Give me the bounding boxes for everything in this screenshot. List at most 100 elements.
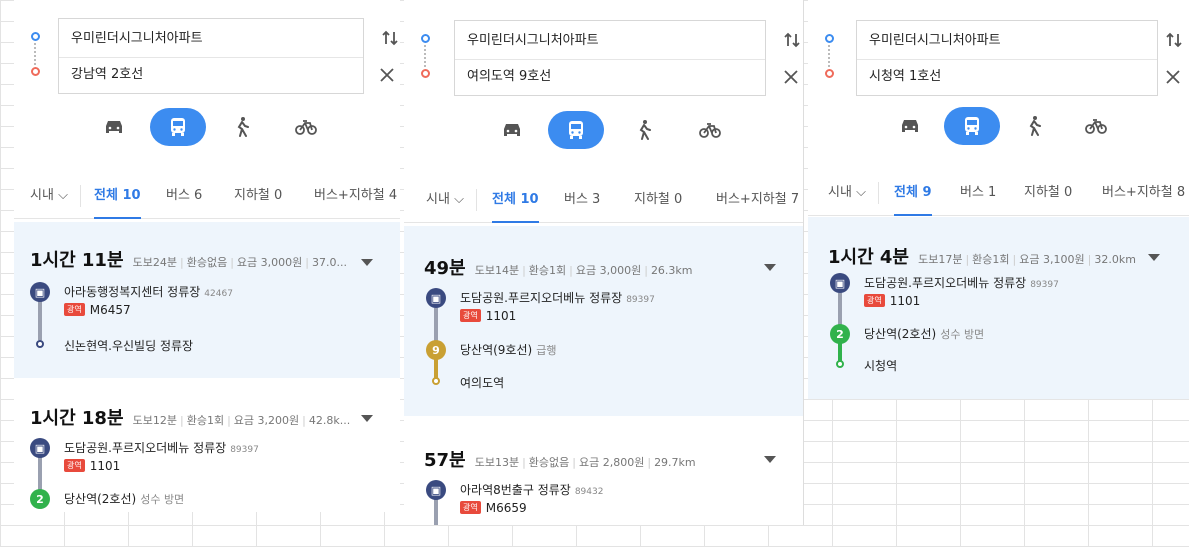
chevron-down-icon: ⌵ <box>454 192 464 207</box>
expand-caret-icon[interactable] <box>764 456 776 463</box>
destination-input[interactable]: 강남역 2호선 <box>71 57 353 93</box>
stop-id: 89397 <box>1030 280 1059 290</box>
transfer-count: 환승1회 <box>972 253 1010 266</box>
swap-icon[interactable] <box>782 30 802 50</box>
swap-icon[interactable] <box>1164 30 1184 50</box>
close-icon[interactable] <box>1164 68 1182 86</box>
bus-icon <box>569 121 583 139</box>
walk-icon <box>639 120 651 140</box>
mode-walk-button[interactable] <box>616 111 672 149</box>
origin-marker-icon <box>421 34 430 43</box>
expand-caret-icon[interactable] <box>1148 254 1160 261</box>
swap-icon[interactable] <box>380 28 400 48</box>
search-area: 우미린더시그니처아파트 강남역 2호선 <box>14 16 400 96</box>
stop-name: 도담공원.푸르지오더베뉴 정류장 <box>460 291 623 305</box>
station-name: 여의도역 <box>460 376 505 390</box>
tab-all[interactable]: 전체 10 <box>492 179 539 223</box>
search-area: 우미린더시그니처아파트 여의도역 9호선 <box>404 18 803 98</box>
region-label: 시내 <box>426 192 450 207</box>
route-time: 1시간 11분 <box>30 250 124 271</box>
stop-name: 아라역8번출구 정류장 <box>460 483 571 497</box>
route-time: 1시간 18분 <box>30 408 124 429</box>
tab-bus-subway[interactable]: 버스+지하철 8 <box>1102 172 1185 216</box>
region-dropdown[interactable]: 시내 ⌵ <box>828 172 866 216</box>
tab-bus[interactable]: 버스 3 <box>564 179 600 223</box>
route-tabs: 시내 ⌵ 전체 10 버스 3 지하철 0 버스+지하철 7 <box>404 179 803 223</box>
region-dropdown[interactable]: 시내 ⌵ <box>30 175 68 219</box>
tab-subway[interactable]: 지하철 0 <box>634 179 682 223</box>
route-tabs: 시내 ⌵ 전체 10 버스 6 지하철 0 버스+지하철 4 <box>14 175 400 219</box>
route-summary: 49분 도보14분 | 환승1회 | 요금 3,000원 | 26.3km <box>424 258 693 279</box>
origin-input[interactable]: 우미린더시그니처아파트 <box>869 23 1147 59</box>
walk-time: 도보24분 <box>132 256 177 269</box>
route-item[interactable]: 57분 도보13분 | 환승없음 | 요금 2,800원 | 29.7km ▣ 아라역8번출… <box>404 426 803 525</box>
tab-all[interactable]: 전체 9 <box>894 172 932 216</box>
mode-transit-button[interactable] <box>150 108 206 146</box>
line9-icon: 9 <box>426 340 446 360</box>
destination-marker-icon <box>825 69 834 78</box>
mode-transit-button[interactable] <box>944 107 1000 145</box>
bus-icon <box>171 118 185 136</box>
express-badge: 광역 <box>64 459 85 472</box>
origin-input[interactable]: 우미린더시그니처아파트 <box>71 21 353 57</box>
close-icon[interactable] <box>782 68 800 86</box>
bus-number: 1101 <box>485 309 517 323</box>
route-dots-divider <box>828 45 830 67</box>
tab-subway[interactable]: 지하철 0 <box>1024 172 1072 216</box>
bus-stop-icon: ▣ <box>830 273 850 293</box>
tab-divider <box>80 185 81 207</box>
mode-bike-button[interactable] <box>1068 107 1124 145</box>
line2-icon: 2 <box>830 324 850 344</box>
mode-car-button[interactable] <box>484 111 540 149</box>
expand-caret-icon[interactable] <box>764 264 776 271</box>
mode-bike-button[interactable] <box>278 108 334 146</box>
route-item[interactable]: 1시간 4분 도보17분 | 환승1회 | 요금 3,100원 | 32.0km ▣ 도담공… <box>808 217 1189 399</box>
line2-icon: 2 <box>30 489 50 509</box>
route-item[interactable]: 1시간 11분 도보24분 | 환승없음 | 요금 3,000원 | 37.0... ▣ 아… <box>14 222 400 378</box>
bus-stop-icon: ▣ <box>30 438 50 458</box>
stop-id: 42467 <box>204 289 233 299</box>
origin-input[interactable]: 우미린더시그니처아파트 <box>467 23 755 59</box>
mode-walk-button[interactable] <box>1006 107 1062 145</box>
walk-icon <box>237 117 249 137</box>
distance: 26.3km <box>650 264 693 277</box>
distance: 37.0... <box>311 256 347 269</box>
mode-transit-button[interactable] <box>548 111 604 149</box>
expand-caret-icon[interactable] <box>361 415 373 422</box>
fare: 요금 3,100원 <box>1019 253 1085 266</box>
station-name: 시청역 <box>864 359 898 373</box>
tab-bus[interactable]: 버스 1 <box>960 172 996 216</box>
station-name: 당산역(2호선) <box>64 492 137 506</box>
tab-bus[interactable]: 버스 6 <box>166 175 202 219</box>
destination-input[interactable]: 시청역 1호선 <box>869 59 1147 95</box>
mode-walk-button[interactable] <box>214 108 270 146</box>
region-label: 시내 <box>828 185 852 200</box>
region-dropdown[interactable]: 시내 ⌵ <box>426 179 464 223</box>
tab-bus-subway[interactable]: 버스+지하철 7 <box>716 179 799 223</box>
route-item[interactable]: 1시간 18분 도보12분 | 환승1회 | 요금 3,200원 | 42.8k... ▣ … <box>14 386 400 512</box>
tab-subway[interactable]: 지하철 0 <box>234 175 282 219</box>
distance: 42.8k... <box>308 414 351 427</box>
car-icon <box>902 120 918 132</box>
bus-stop-icon: ▣ <box>30 282 50 302</box>
route-panel-gangnam: 우미린더시그니처아파트 강남역 2호선 시내 ⌵ 전체 10 버스 6 지하철 … <box>14 0 400 512</box>
mode-bike-button[interactable] <box>682 111 738 149</box>
tab-divider <box>476 189 477 211</box>
stop-name: 신논현역.우신빌딩 정류장 <box>64 339 194 353</box>
stop-name: 아라동행정복지센터 정류장 <box>64 285 201 299</box>
tab-bus-subway[interactable]: 버스+지하철 4 <box>314 175 397 219</box>
mode-car-button[interactable] <box>86 108 142 146</box>
walk-icon <box>1029 116 1041 136</box>
tab-all[interactable]: 전체 10 <box>94 175 141 219</box>
close-icon[interactable] <box>378 66 396 84</box>
mode-car-button[interactable] <box>882 107 938 145</box>
expand-caret-icon[interactable] <box>361 259 373 266</box>
route-panel-yeouido: 우미린더시그니처아파트 여의도역 9호선 시내 ⌵ 전체 10 버스 3 지하철… <box>404 0 804 525</box>
destination-input[interactable]: 여의도역 9호선 <box>467 59 755 95</box>
bus-number: M6457 <box>89 303 131 317</box>
destination-marker-icon <box>421 69 430 78</box>
route-time: 49분 <box>424 258 466 279</box>
route-item[interactable]: 49분 도보14분 | 환승1회 | 요금 3,000원 | 26.3km ▣ 도담공원.푸… <box>404 226 803 416</box>
chevron-down-icon: ⌵ <box>856 185 866 200</box>
fare: 요금 3,000원 <box>575 264 642 277</box>
